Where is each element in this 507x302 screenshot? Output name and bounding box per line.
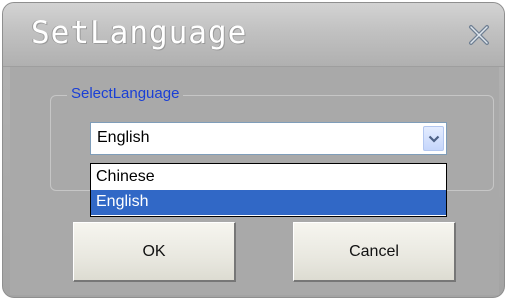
group-label: SelectLanguage	[67, 85, 184, 102]
dialog-window: SetLanguage SelectLanguage English Chine…	[2, 2, 505, 298]
language-combobox[interactable]: English	[90, 122, 447, 155]
combo-selected-value: English	[97, 129, 150, 146]
title-bar[interactable]: SetLanguage	[3, 3, 504, 67]
dropdown-option-english[interactable]: English	[91, 190, 446, 215]
dialog-body: SelectLanguage English Chinese English O…	[10, 67, 499, 295]
close-button[interactable]	[466, 22, 492, 48]
dropdown-option-chinese[interactable]: Chinese	[91, 165, 446, 190]
close-x-icon	[469, 25, 489, 45]
combo-dropdown-button[interactable]	[423, 126, 444, 151]
language-dropdown-list: Chinese English	[90, 163, 447, 217]
window-title: SetLanguage	[31, 15, 248, 51]
cancel-button[interactable]: Cancel	[293, 222, 456, 282]
chevron-down-icon	[428, 135, 439, 143]
ok-button[interactable]: OK	[73, 222, 236, 282]
